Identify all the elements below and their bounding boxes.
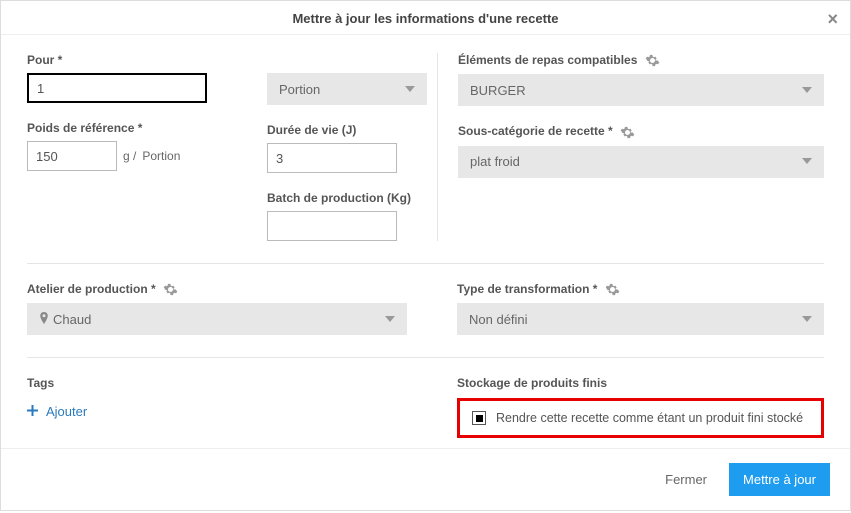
souscat-select-value: plat froid bbox=[470, 154, 520, 169]
batch-label: Batch de production (Kg) bbox=[267, 191, 437, 205]
subcol-b: . Portion Durée de vie (J) Batch de prod… bbox=[267, 53, 437, 241]
transfo-label: Type de transformation * bbox=[457, 282, 824, 297]
atelier-col: Atelier de production * Chaud bbox=[27, 282, 437, 335]
elements-label: Éléments de repas compatibles bbox=[458, 53, 824, 68]
stockage-highlight: Rendre cette recette comme étant un prod… bbox=[457, 398, 824, 438]
gear-icon[interactable] bbox=[605, 282, 620, 296]
poids-label: Poids de référence * bbox=[27, 121, 247, 135]
divider bbox=[27, 263, 824, 264]
atelier-select-value: Chaud bbox=[53, 312, 91, 327]
top-left-column: Pour * Poids de référence * g / Portion … bbox=[27, 53, 437, 241]
tags-col: Tags Ajouter bbox=[27, 376, 437, 438]
plus-icon bbox=[27, 404, 38, 419]
souscat-label: Sous-catégorie de recette * bbox=[458, 124, 824, 139]
transfo-label-text: Type de transformation * bbox=[457, 282, 597, 296]
dialog-title-bar: Mettre à jour les informations d'une rec… bbox=[1, 1, 850, 35]
pin-icon bbox=[39, 312, 53, 327]
atelier-select[interactable]: Chaud bbox=[27, 303, 407, 335]
mid-row: Atelier de production * Chaud Type de tr… bbox=[27, 282, 824, 335]
transfo-select-value: Non défini bbox=[469, 312, 528, 327]
dialog-footer: Fermer Mettre à jour bbox=[1, 448, 850, 510]
tags-label: Tags bbox=[27, 376, 437, 390]
elements-label-text: Éléments de repas compatibles bbox=[458, 53, 637, 67]
add-tag-label: Ajouter bbox=[46, 404, 87, 419]
checkbox-inner bbox=[476, 415, 483, 422]
top-row: Pour * Poids de référence * g / Portion … bbox=[27, 53, 824, 241]
batch-input[interactable] bbox=[267, 211, 397, 241]
transfo-select[interactable]: Non défini bbox=[457, 303, 824, 335]
submit-button[interactable]: Mettre à jour bbox=[729, 463, 830, 496]
gear-icon[interactable] bbox=[620, 124, 635, 138]
dialog-content: Pour * Poids de référence * g / Portion … bbox=[1, 35, 850, 448]
caret-down-icon bbox=[802, 154, 812, 169]
stockage-checkbox-row[interactable]: Rendre cette recette comme étant un prod… bbox=[472, 411, 809, 425]
caret-down-icon bbox=[802, 83, 812, 98]
stockage-checkbox-label: Rendre cette recette comme étant un prod… bbox=[496, 411, 803, 425]
divider bbox=[27, 357, 824, 358]
gear-icon[interactable] bbox=[163, 282, 178, 296]
souscat-label-text: Sous-catégorie de recette * bbox=[458, 124, 613, 138]
stockage-checkbox[interactable] bbox=[472, 411, 486, 425]
caret-down-icon bbox=[405, 82, 415, 97]
close-button[interactable]: Fermer bbox=[655, 464, 717, 495]
close-icon[interactable]: × bbox=[827, 9, 838, 30]
top-right-column: Éléments de repas compatibles BURGER Sou… bbox=[437, 53, 824, 241]
dialog: Mettre à jour les informations d'une rec… bbox=[0, 0, 851, 511]
elements-select[interactable]: BURGER bbox=[458, 74, 824, 106]
stockage-label: Stockage de produits finis bbox=[457, 376, 824, 390]
atelier-label: Atelier de production * bbox=[27, 282, 437, 297]
caret-down-icon bbox=[385, 312, 395, 327]
bottom-row: Tags Ajouter Stockage de produits finis … bbox=[27, 376, 824, 438]
pour-label: Pour * bbox=[27, 53, 247, 67]
portion-select-value: Portion bbox=[279, 82, 320, 97]
atelier-label-text: Atelier de production * bbox=[27, 282, 156, 296]
pour-input[interactable] bbox=[27, 73, 207, 103]
elements-select-value: BURGER bbox=[470, 83, 526, 98]
stockage-col: Stockage de produits finis Rendre cette … bbox=[437, 376, 824, 438]
unit-portion: Portion bbox=[142, 149, 180, 163]
gear-icon[interactable] bbox=[645, 53, 660, 67]
duree-label: Durée de vie (J) bbox=[267, 123, 437, 137]
souscat-select[interactable]: plat froid bbox=[458, 146, 824, 178]
dialog-title: Mettre à jour les informations d'une rec… bbox=[292, 11, 558, 26]
unit-g: g / bbox=[123, 149, 136, 163]
poids-row: g / Portion bbox=[27, 141, 247, 171]
portion-select[interactable]: Portion bbox=[267, 73, 427, 105]
add-tag-button[interactable]: Ajouter bbox=[27, 404, 437, 419]
subcol-a: Pour * Poids de référence * g / Portion bbox=[27, 53, 247, 241]
caret-down-icon bbox=[802, 312, 812, 327]
poids-input[interactable] bbox=[27, 141, 117, 171]
transfo-col: Type de transformation * Non défini bbox=[437, 282, 824, 335]
duree-input[interactable] bbox=[267, 143, 397, 173]
